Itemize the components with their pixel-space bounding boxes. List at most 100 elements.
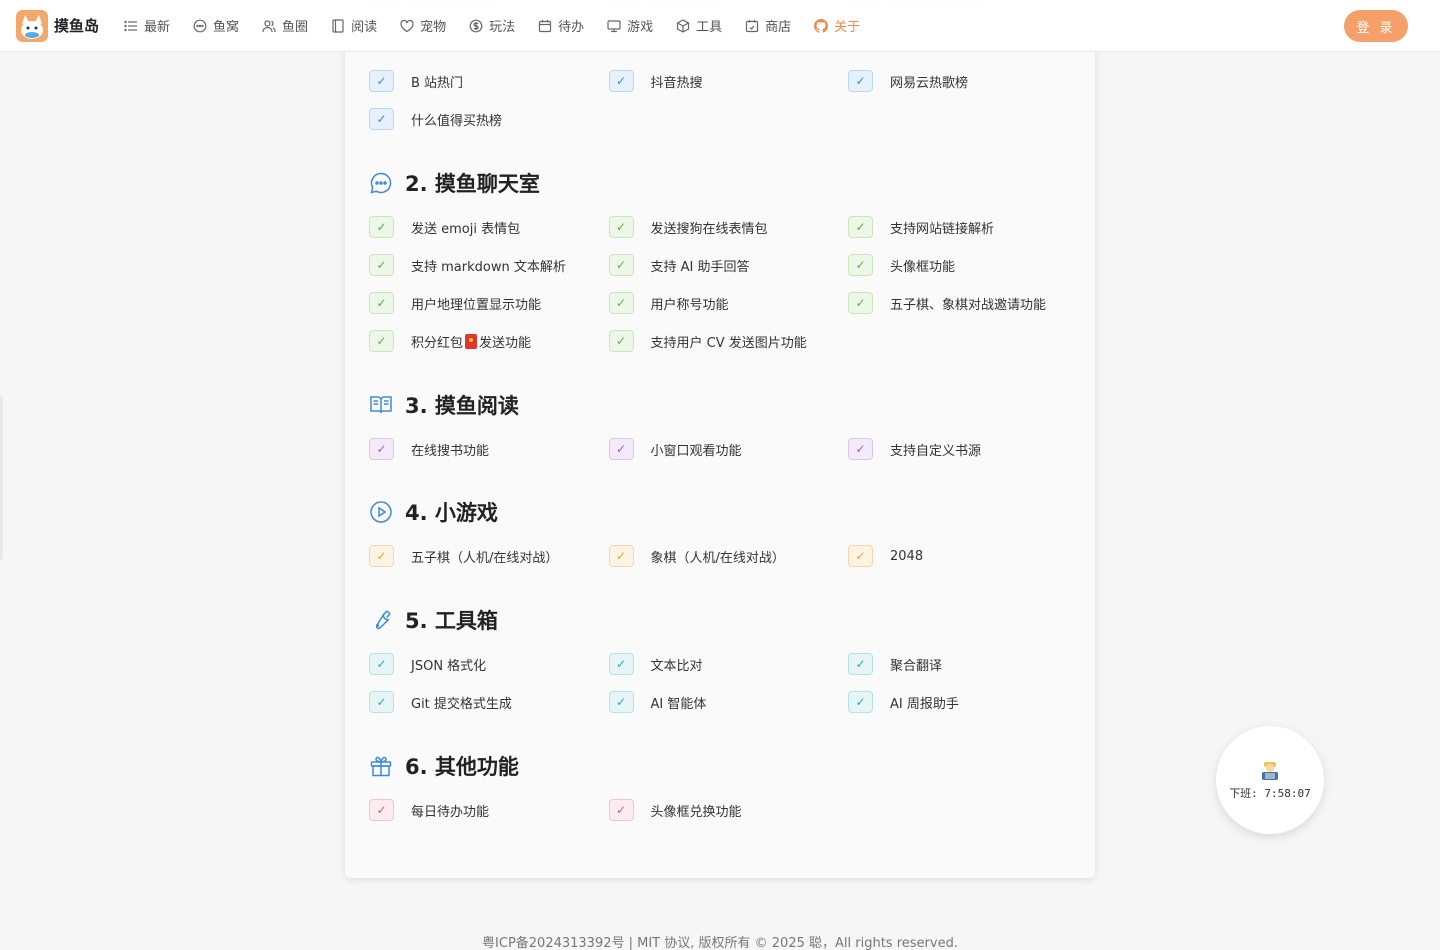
- feature-label: 网易云热歌榜: [890, 75, 969, 91]
- nav-item-todo[interactable]: 待办: [527, 0, 596, 52]
- login-button[interactable]: 登 录: [1344, 10, 1408, 42]
- worker-emoji-icon: [1262, 762, 1278, 780]
- check-icon: ✓: [369, 799, 394, 821]
- feature-row: ✓ 支持 markdown 文本解析 ✓ 支持 AI 助手回答 ✓ 头像框功能: [369, 253, 1089, 277]
- check-icon: ✓: [848, 254, 873, 276]
- nav-item-latest[interactable]: 最新: [113, 0, 182, 52]
- feature-label: Git 提交格式生成: [411, 696, 512, 712]
- feature-item: ✓ B 站热门: [369, 69, 609, 93]
- section-title-chatroom: 2. 摸鱼聊天室: [369, 168, 540, 198]
- main-nav: 最新 鱼窝 鱼圈 阅读 宠物 玩法 待办 游戏 工具 商店 关于: [113, 0, 872, 52]
- feature-label: 在线搜书功能: [411, 443, 490, 459]
- feature-label: 2048: [890, 548, 924, 564]
- store-icon: [746, 19, 759, 32]
- nav-label: 商店: [765, 20, 792, 35]
- feature-label-suffix: 发送功能: [479, 335, 532, 351]
- check-icon: ✓: [608, 653, 634, 675]
- check-icon: ✓: [848, 292, 873, 314]
- github-icon: [814, 18, 829, 33]
- nav-item-store[interactable]: 商店: [734, 0, 803, 52]
- feature-item: ✓ 小窗口观看功能: [608, 437, 849, 461]
- check-icon: ✓: [608, 254, 634, 276]
- red-envelope-icon: [465, 333, 478, 349]
- feature-item: ✓ 发送 emoji 表情包: [369, 215, 609, 239]
- chat-icon: [193, 19, 207, 32]
- check-icon: ✓: [608, 545, 634, 567]
- check-icon: ✓: [848, 216, 873, 238]
- nav-item-read[interactable]: 阅读: [320, 0, 389, 52]
- nav-label: 关于: [834, 20, 861, 35]
- feature-row: ✓ 每日待办功能 ✓ 头像框兑换功能: [369, 798, 1089, 822]
- feature-label: 文本比对: [650, 658, 703, 674]
- feature-item: ✓ 支持用户 CV 发送图片功能: [608, 329, 849, 353]
- nav-label: 待办: [558, 20, 585, 35]
- feature-label: 发送搜狗在线表情包: [650, 221, 768, 237]
- feature-label: 每日待办功能: [411, 804, 490, 820]
- users-icon: [262, 19, 276, 32]
- feature-item: ✓ 五子棋（人机/在线对战）: [369, 544, 609, 568]
- feature-label: B 站热门: [411, 75, 464, 91]
- feature-label: 五子棋、象棋对战邀请功能: [890, 297, 1047, 313]
- calendar-icon: [539, 19, 552, 32]
- gift-icon: [370, 756, 392, 777]
- feature-label-prefix: 积分红包: [411, 335, 464, 351]
- nav-label: 游戏: [627, 20, 654, 35]
- feature-label: 象棋（人机/在线对战）: [650, 550, 785, 566]
- check-icon: ✓: [369, 70, 394, 92]
- feature-item: ✓ 支持 AI 助手回答: [608, 253, 849, 277]
- feature-item: ✓ 用户地理位置显示功能: [369, 291, 609, 315]
- check-icon: ✓: [608, 330, 634, 352]
- feature-label: 用户称号功能: [650, 297, 729, 313]
- book-icon: [332, 18, 344, 33]
- feature-item: ✓ 支持 markdown 文本解析: [369, 253, 609, 277]
- nav-item-pet[interactable]: 宠物: [389, 0, 458, 52]
- feature-item: ✓ AI 周报助手: [848, 690, 1088, 714]
- check-icon: ✓: [369, 292, 394, 314]
- nav-item-play[interactable]: 玩法: [458, 0, 527, 52]
- feature-item: ✓ 聚合翻译: [848, 652, 1088, 676]
- feature-label: AI 智能体: [650, 696, 707, 712]
- nav-item-fishnest[interactable]: 鱼窝: [182, 0, 251, 52]
- nav-item-fishcircle[interactable]: 鱼圈: [251, 0, 320, 52]
- nav-item-tools[interactable]: 工具: [665, 0, 734, 52]
- check-icon: ✓: [608, 691, 634, 713]
- feature-row: ✓ 发送 emoji 表情包 ✓ 发送搜狗在线表情包 ✓ 支持网站链接解析: [369, 215, 1089, 239]
- check-icon: ✓: [369, 254, 394, 276]
- side-drawer-handle[interactable]: [0, 395, 3, 560]
- site-logo[interactable]: 摸鱼岛: [16, 9, 99, 42]
- feature-row: ✓ Git 提交格式生成 ✓ AI 智能体 ✓ AI 周报助手: [369, 690, 1089, 714]
- check-icon: ✓: [369, 216, 394, 238]
- section-title-reading: 3. 摸鱼阅读: [369, 390, 519, 420]
- check-icon: ✓: [369, 653, 394, 675]
- section-heading: 4. 小游戏: [405, 501, 498, 525]
- feature-row: ✓ 五子棋（人机/在线对战） ✓ 象棋（人机/在线对战） ✓ 2048: [369, 544, 1089, 568]
- nav-label: 玩法: [489, 20, 516, 35]
- nav-item-about[interactable]: 关于: [803, 0, 872, 52]
- section-title-other: 6. 其他功能: [369, 751, 519, 781]
- section-heading: 5. 工具箱: [405, 609, 498, 633]
- heart-icon: [400, 19, 414, 32]
- feature-row: ✓ 用户地理位置显示功能 ✓ 用户称号功能 ✓ 五子棋、象棋对战邀请功能: [369, 291, 1089, 315]
- feature-item: ✓ 支持网站链接解析: [848, 215, 1088, 239]
- feature-row: ✓ 什么值得买热榜: [369, 107, 1089, 131]
- off-work-timer[interactable]: 下班: 7:58:07: [1216, 726, 1324, 834]
- feature-label: 支持用户 CV 发送图片功能: [650, 335, 807, 351]
- feature-list-card: ✓ B 站热门 ✓ 抖音热搜 ✓ 网易云热歌榜 ✓ 什么值得买热榜 2. 摸鱼聊天室 ✓…: [345, 0, 1095, 878]
- cube-icon: [677, 18, 690, 33]
- feature-item: ✓ 每日待办功能: [369, 798, 609, 822]
- feature-item: ✓ 用户称号功能: [608, 291, 849, 315]
- check-icon: ✓: [848, 70, 873, 92]
- timer-text: 下班: 7:58:07: [1229, 787, 1311, 800]
- check-icon: ✓: [608, 216, 634, 238]
- nav-label: 最新: [144, 20, 171, 35]
- feature-item: ✓ JSON 格式化: [369, 652, 609, 676]
- feature-item: ✓ 积分红包 发送功能: [369, 329, 609, 353]
- section-title-games: 4. 小游戏: [369, 497, 498, 527]
- check-icon: ✓: [608, 799, 634, 821]
- check-icon: ✓: [369, 330, 394, 352]
- feature-item: ✓ 网易云热歌榜: [848, 69, 1088, 93]
- feature-row: ✓ 在线搜书功能 ✓ 小窗口观看功能 ✓ 支持自定义书源: [369, 437, 1089, 461]
- nav-item-game[interactable]: 游戏: [596, 0, 665, 52]
- open-book-icon: [370, 396, 392, 414]
- wrench-icon: [375, 610, 391, 630]
